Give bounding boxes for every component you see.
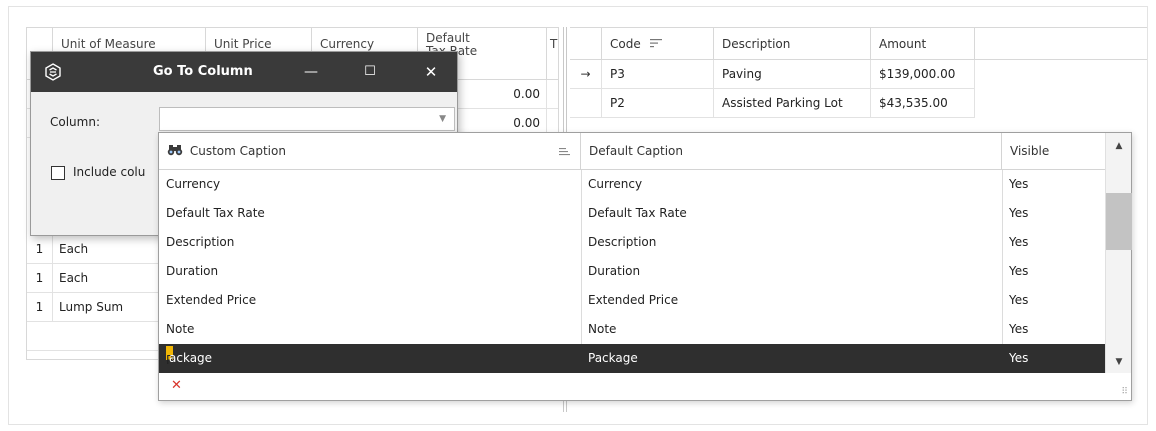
close-button[interactable]: ✕	[419, 60, 443, 84]
visible-cell: Yes	[1009, 177, 1029, 191]
column-header-description[interactable]: Description	[714, 28, 871, 60]
minimize-button[interactable]: —	[299, 60, 323, 84]
focused-row-indicator-icon: →	[570, 60, 602, 89]
dialog-titlebar[interactable]: Go To Column — ☐ ✕	[31, 52, 457, 92]
column-header-default-caption[interactable]: Default Caption	[581, 133, 1002, 170]
scroll-up-icon[interactable]: ▲	[1106, 141, 1132, 151]
list-item[interactable]: Currency Currency Yes	[159, 170, 1105, 199]
row-indicator	[570, 89, 602, 118]
default-caption-cell: Default Tax Rate	[588, 206, 687, 220]
list-item[interactable]: Note Note Yes	[159, 315, 1105, 344]
include-checkbox-label[interactable]: Include colu	[73, 165, 145, 179]
quantity-cell[interactable]: 1	[27, 235, 53, 264]
column-header-amount[interactable]: Amount	[871, 28, 975, 60]
custom-caption-cell: Currency	[166, 177, 221, 191]
clear-icon[interactable]: ✕	[171, 378, 182, 393]
list-item-selected[interactable]: Package Package Yes	[159, 344, 1105, 373]
default-caption-cell: Currency	[588, 177, 643, 191]
custom-caption-label: Custom Caption	[189, 144, 286, 158]
sort-lines-icon[interactable]	[559, 147, 571, 157]
description-cell[interactable]: Paving	[714, 60, 871, 89]
table-row[interactable]: P2 Assisted Parking Lot $43,535.00	[570, 89, 975, 118]
scrollbar-thumb[interactable]	[1106, 193, 1132, 250]
column-header-code[interactable]: Code	[602, 28, 714, 60]
app-logo-icon	[45, 63, 61, 81]
default-caption-cell: Extended Price	[588, 293, 679, 307]
column-combobox[interactable]: ▼	[159, 107, 455, 131]
custom-caption-cell: Note	[166, 322, 195, 336]
resize-grip-icon[interactable]: ⠿	[1121, 387, 1128, 397]
custom-caption-cell: Extended Price	[166, 293, 257, 307]
list-item[interactable]: Description Description Yes	[159, 228, 1105, 257]
filter-sort-icon[interactable]	[649, 37, 663, 49]
table-row[interactable]: → P3 Paving $139,000.00	[570, 60, 975, 89]
empty-column-header	[975, 28, 1147, 60]
quantity-cell[interactable]: 1	[27, 293, 53, 322]
column-header-code-label: Code	[610, 37, 641, 51]
visible-cell: Yes	[1009, 322, 1029, 336]
row-indicator-header	[570, 28, 602, 60]
scroll-down-icon[interactable]: ▼	[1106, 357, 1132, 367]
amount-cell[interactable]: $139,000.00	[871, 60, 975, 89]
code-cell[interactable]: P2	[602, 89, 714, 118]
list-item[interactable]: Extended Price Extended Price Yes	[159, 286, 1105, 315]
default-caption-cell: Description	[588, 235, 657, 249]
custom-caption-cell: Description	[166, 235, 235, 249]
packages-grid-header: Code Description Amount	[570, 28, 1147, 60]
packages-grid: Code Description Amount → P3 Paving $139…	[570, 27, 1147, 135]
custom-caption-cell: Default Tax Rate	[166, 206, 265, 220]
default-caption-cell: Duration	[588, 264, 641, 278]
default-caption-cell: Note	[588, 322, 617, 336]
code-cell[interactable]: P3	[602, 60, 714, 89]
amount-cell[interactable]: $43,535.00	[871, 89, 975, 118]
visible-cell: Yes	[1009, 206, 1029, 220]
custom-caption-cell: Duration	[166, 264, 219, 278]
description-cell[interactable]: Assisted Parking Lot	[714, 89, 871, 118]
include-checkbox[interactable]	[51, 166, 65, 180]
visible-cell: Yes	[1009, 264, 1029, 278]
list-item[interactable]: Default Tax Rate Default Tax Rate Yes	[159, 199, 1105, 228]
chevron-down-icon[interactable]: ▼	[439, 114, 446, 124]
maximize-button[interactable]: ☐	[358, 60, 382, 84]
column-header-visible[interactable]: Visible	[1002, 133, 1105, 170]
dropdown-footer: ✕	[159, 373, 1105, 401]
visible-cell: Yes	[1009, 293, 1029, 307]
visible-cell: Yes	[1009, 235, 1029, 249]
list-item[interactable]: Duration Duration Yes	[159, 257, 1105, 286]
dropdown-header: Custom Caption Default Caption Visible	[159, 133, 1105, 170]
binoculars-icon[interactable]	[167, 144, 183, 156]
dropdown-scrollbar[interactable]: ▲ ▼	[1105, 133, 1132, 373]
visible-cell: Yes	[1009, 351, 1029, 365]
column-header-truncated[interactable]: T	[547, 28, 560, 80]
default-caption-cell: Package	[588, 351, 638, 365]
quantity-cell[interactable]: 1	[27, 264, 53, 293]
column-label: Column:	[50, 115, 100, 129]
custom-caption-cell: Package	[159, 344, 219, 373]
column-dropdown-popup: Custom Caption Default Caption Visible C…	[158, 132, 1132, 401]
column-header-custom-caption[interactable]: Custom Caption	[159, 133, 581, 170]
dialog-title: Go To Column	[153, 64, 253, 79]
